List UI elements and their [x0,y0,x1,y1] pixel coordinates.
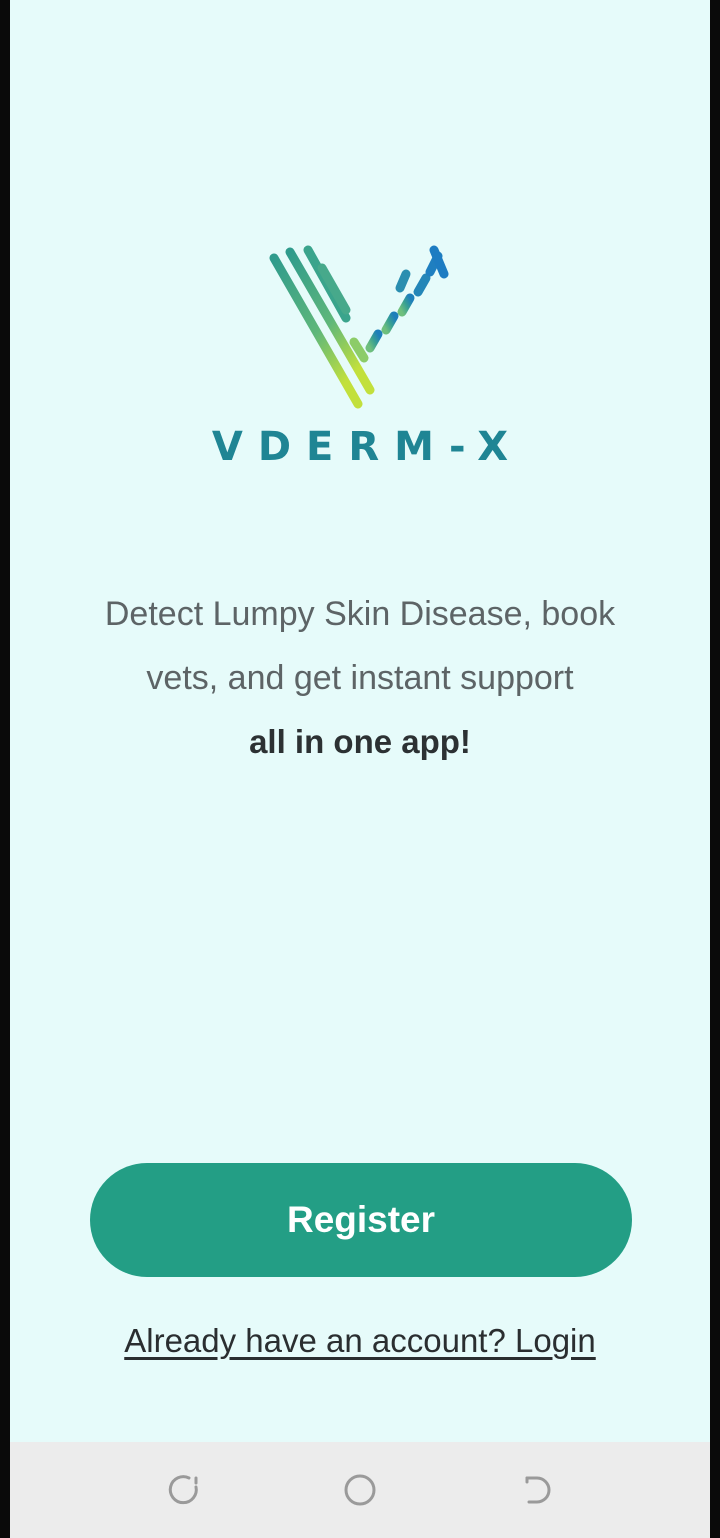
back-icon[interactable] [515,1469,557,1511]
register-button[interactable]: Register [90,1163,632,1277]
brand-name: VDERM-X [211,424,524,470]
home-icon[interactable] [339,1469,381,1511]
tagline-line-2: vets, and get instant support [146,659,574,697]
vderm-logo-icon [269,245,449,409]
login-link[interactable]: Already have an account? Login [0,1322,720,1360]
system-nav-bar [10,1442,710,1538]
tagline-line-3: all in one app! [249,723,471,760]
tagline-line-1: Detect Lumpy Skin Disease, book [104,595,616,633]
recent-apps-icon[interactable] [163,1469,205,1511]
app-logo [260,238,460,418]
